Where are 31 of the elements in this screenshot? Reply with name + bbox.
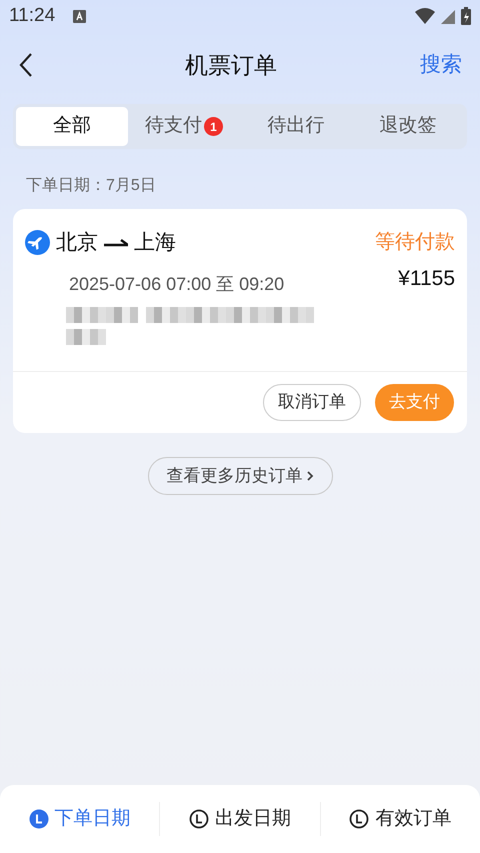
order-tab[interactable]: 退改签 (352, 107, 464, 146)
sort-option[interactable]: 出发日期 (160, 804, 320, 834)
order-tab[interactable]: 待支付 1 (128, 107, 240, 146)
page-title: 机票订单 (185, 50, 277, 80)
cancel-order-button[interactable]: 取消订单 (263, 384, 361, 420)
route-to: 上海 (134, 230, 176, 256)
notification-icon (73, 10, 86, 22)
order-price: ¥1155 (398, 266, 455, 292)
blurred-text-drawing (66, 328, 106, 344)
more-history-button[interactable]: 查看更多历史订单 (148, 456, 332, 494)
flight-time: 2025-07-06 07:00 至 09:20 (69, 272, 286, 296)
chevron-icon (306, 470, 314, 482)
order-status: 等待付款 (375, 230, 455, 255)
clock-icon (349, 809, 370, 829)
clock-icon (188, 809, 209, 829)
search-link[interactable]: 搜索 (420, 49, 462, 81)
airplane-icon (25, 230, 50, 256)
signal-icon (441, 8, 455, 24)
count-badge: 1 (204, 117, 223, 136)
order-tab[interactable]: 全部 (16, 107, 128, 146)
order-date-label: 下单日期：7月5日 (26, 176, 157, 196)
order-card[interactable]: 北京 上海 2025-07-06 07:00 至 09:20 等待付款 ¥1155 取消订单 去支付 (13, 209, 467, 432)
wifi-icon (415, 8, 435, 24)
sort-option[interactable]: 下单日期 (0, 804, 160, 834)
battery-icon (461, 7, 471, 25)
clock-icon (28, 809, 49, 829)
sort-option[interactable]: 有效订单 (320, 804, 480, 834)
blurred-text-drawing (66, 306, 138, 322)
route-from: 北京 (56, 230, 98, 256)
order-tab[interactable]: 待出行 (240, 107, 352, 146)
status-time: 11:24 (9, 4, 56, 28)
